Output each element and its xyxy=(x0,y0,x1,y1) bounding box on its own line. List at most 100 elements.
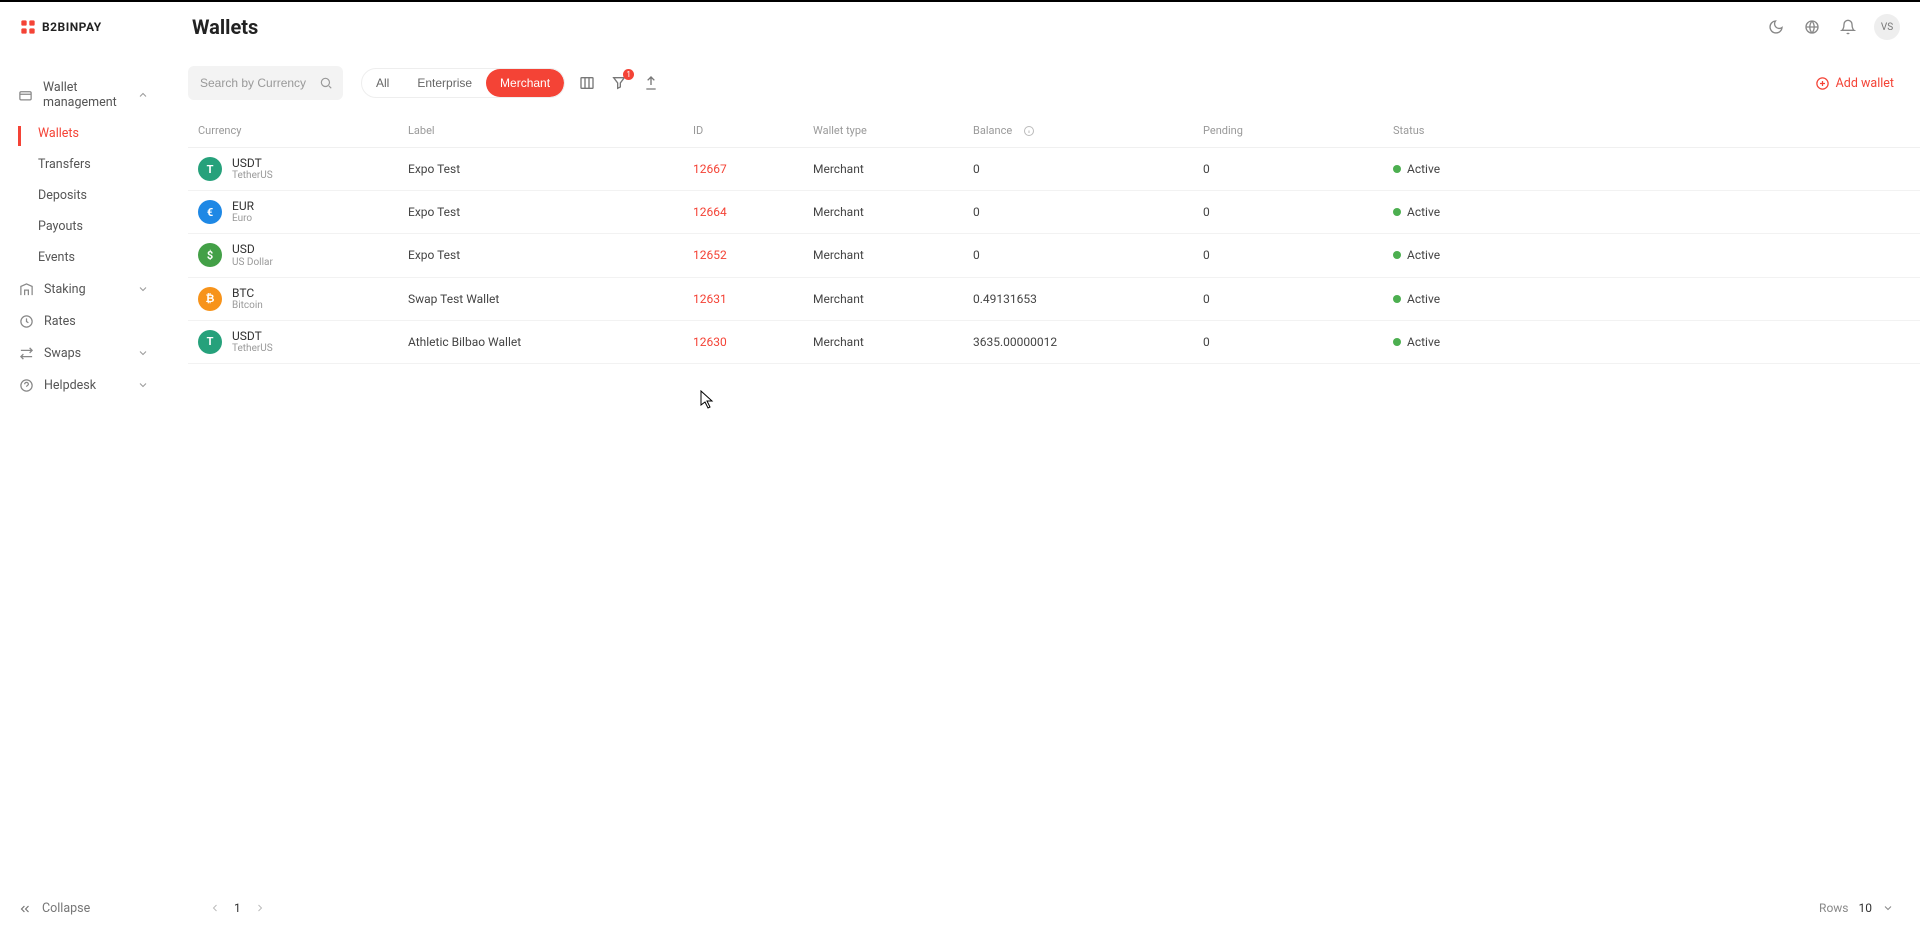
table-row[interactable]: T USDTTetherUS Athletic Bilbao Wallet12630… xyxy=(188,321,1920,364)
cell-pending: 0 xyxy=(1203,205,1393,219)
nav-wallet-management[interactable]: Wallet management xyxy=(0,72,167,118)
cell-status: Active xyxy=(1393,248,1543,262)
th-label[interactable]: Label xyxy=(408,124,693,137)
cell-status: Active xyxy=(1393,292,1543,306)
filter-icon[interactable]: 1 xyxy=(609,73,629,93)
cell-label: Swap Test Wallet xyxy=(408,292,693,306)
chevron-down-icon xyxy=(1882,902,1894,914)
prev-page[interactable] xyxy=(204,897,226,919)
cell-status: Active xyxy=(1393,205,1543,219)
sidebar-item-deposits[interactable]: Deposits xyxy=(18,180,167,211)
info-icon xyxy=(1023,125,1035,137)
helpdesk-icon xyxy=(18,377,34,393)
coin-icon: € xyxy=(198,200,222,224)
nav-rates[interactable]: Rates xyxy=(0,305,167,337)
chevron-down-icon xyxy=(137,379,149,391)
nav-helpdesk[interactable]: Helpdesk xyxy=(0,369,167,401)
rates-icon xyxy=(18,313,34,329)
coin-icon: ₿ xyxy=(198,287,222,311)
coin-symbol: EUR xyxy=(232,200,254,213)
status-dot-icon xyxy=(1393,208,1401,216)
coin-fullname: Euro xyxy=(232,213,254,224)
user-avatar[interactable]: VS xyxy=(1874,14,1900,40)
table-row[interactable]: $USDUS DollarExpo Test12652Merchant00Act… xyxy=(188,234,1920,277)
coin-symbol: BTC xyxy=(232,287,263,300)
coin-fullname: US Dollar xyxy=(232,257,273,268)
globe-icon[interactable] xyxy=(1802,17,1822,37)
theme-toggle-icon[interactable] xyxy=(1766,17,1786,37)
chevron-down-icon xyxy=(137,283,149,295)
th-status[interactable]: Status xyxy=(1393,124,1543,137)
filter-merchant[interactable]: Merchant xyxy=(486,69,564,97)
nav-swaps[interactable]: Swaps xyxy=(0,337,167,369)
table-row[interactable]: €EUREuroExpo Test12664Merchant00Active xyxy=(188,191,1920,234)
brand-icon xyxy=(20,19,36,35)
cell-type: Merchant xyxy=(813,335,973,349)
rows-per-page[interactable]: Rows 10 xyxy=(1819,901,1904,915)
cell-balance: 0.49131653 xyxy=(973,292,1203,306)
sidebar-item-wallets[interactable]: Wallets xyxy=(18,118,167,149)
cell-id[interactable]: 12652 xyxy=(693,248,813,262)
cell-pending: 0 xyxy=(1203,162,1393,176)
wallet-icon xyxy=(18,87,33,103)
coin-symbol: USDT xyxy=(232,157,273,170)
chevron-down-icon xyxy=(137,347,149,359)
toolbar: All Enterprise Merchant 1 Add wallet xyxy=(188,52,1920,114)
filter-badge: 1 xyxy=(623,69,634,80)
sidebar-item-events[interactable]: Events xyxy=(18,242,167,273)
cell-pending: 0 xyxy=(1203,335,1393,349)
cell-label: Expo Test xyxy=(408,162,693,176)
cell-type: Merchant xyxy=(813,205,973,219)
status-dot-icon xyxy=(1393,165,1401,173)
cell-id[interactable]: 12631 xyxy=(693,292,813,306)
pagination: 1 Rows 10 xyxy=(188,884,1920,930)
cell-status: Active xyxy=(1393,335,1543,349)
coin-icon: $ xyxy=(198,243,222,267)
cell-balance: 0 xyxy=(973,205,1203,219)
cell-id[interactable]: 12664 xyxy=(693,205,813,219)
swaps-icon xyxy=(18,345,34,361)
sidebar-item-payouts[interactable]: Payouts xyxy=(18,211,167,242)
page-title: Wallets xyxy=(192,15,258,39)
cell-type: Merchant xyxy=(813,162,973,176)
cell-pending: 0 xyxy=(1203,292,1393,306)
cell-balance: 3635.00000012 xyxy=(973,335,1203,349)
th-balance[interactable]: Balance xyxy=(973,124,1203,137)
filter-all[interactable]: All xyxy=(362,69,403,97)
brand-logo[interactable]: B2BINPAY xyxy=(20,19,170,35)
bell-icon[interactable] xyxy=(1838,17,1858,37)
nav-staking[interactable]: Staking xyxy=(0,273,167,305)
sidebar: Wallet management Wallets Transfers Depo… xyxy=(0,52,168,930)
add-wallet-button[interactable]: Add wallet xyxy=(1815,76,1900,91)
table-row[interactable]: ₿BTCBitcoinSwap Test Wallet12631Merchant… xyxy=(188,278,1920,321)
table-row[interactable]: TUSDTTetherUSExpo Test12667Merchant00Act… xyxy=(188,148,1920,191)
th-currency[interactable]: Currency xyxy=(198,124,408,137)
th-type[interactable]: Wallet type xyxy=(813,124,973,137)
top-bar: B2BINPAY Wallets VS xyxy=(0,2,1920,52)
collapse-sidebar[interactable]: Collapse xyxy=(0,887,167,930)
cell-id[interactable]: 12667 xyxy=(693,162,813,176)
search-icon xyxy=(319,76,333,90)
filter-enterprise[interactable]: Enterprise xyxy=(403,69,486,97)
cell-status: Active xyxy=(1393,162,1543,176)
coin-icon: T xyxy=(198,330,222,354)
export-icon[interactable] xyxy=(641,73,661,93)
coin-fullname: TetherUS xyxy=(232,343,273,354)
wallet-type-filter: All Enterprise Merchant xyxy=(361,68,565,98)
th-pending[interactable]: Pending xyxy=(1203,124,1393,137)
next-page[interactable] xyxy=(249,897,271,919)
coin-fullname: Bitcoin xyxy=(232,300,263,311)
cell-type: Merchant xyxy=(813,248,973,262)
status-dot-icon xyxy=(1393,295,1401,303)
cell-label: Athletic Bilbao Wallet xyxy=(408,335,693,349)
cell-label: Expo Test xyxy=(408,248,693,262)
th-id[interactable]: ID xyxy=(693,124,813,137)
sidebar-item-transfers[interactable]: Transfers xyxy=(18,149,167,180)
coin-symbol: USDT xyxy=(232,330,273,343)
columns-icon[interactable] xyxy=(577,73,597,93)
staking-icon xyxy=(18,281,34,297)
status-dot-icon xyxy=(1393,251,1401,259)
cell-id[interactable]: 12630 xyxy=(693,335,813,349)
wallets-table: Currency Label ID Wallet type Balance Pe… xyxy=(188,114,1920,884)
coin-fullname: TetherUS xyxy=(232,170,273,181)
